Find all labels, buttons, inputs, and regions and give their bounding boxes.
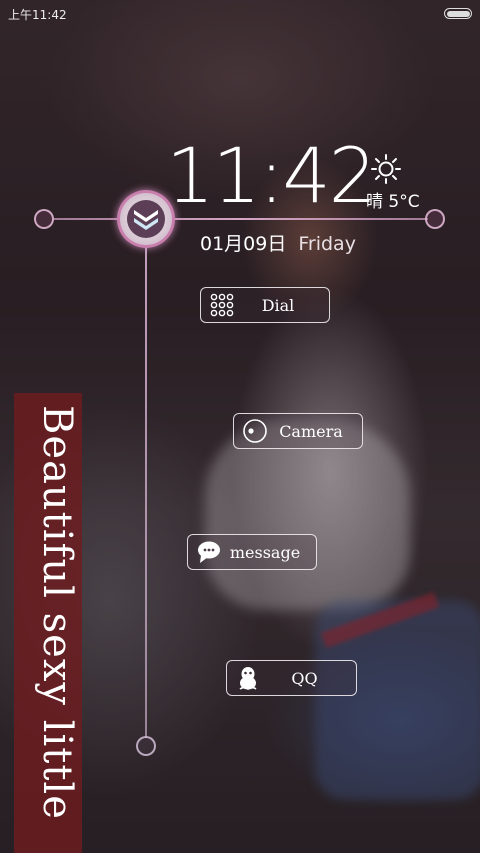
unlock-handle[interactable]	[117, 190, 175, 248]
penguin-icon	[239, 667, 257, 690]
dial-label: Dial	[261, 295, 295, 315]
weekday-label: Friday	[298, 233, 356, 255]
handle-core	[127, 200, 165, 238]
unlock-target-bottom[interactable]	[136, 736, 156, 756]
camera-shortcut-button[interactable]: Camera	[233, 413, 363, 449]
date-row: 01月09日 Friday	[200, 229, 356, 256]
unlock-track-horizontal	[54, 218, 428, 220]
unlock-target-right[interactable]	[425, 209, 445, 229]
banner-text: Beautiful sexy little	[34, 405, 80, 820]
battery-full-icon	[444, 8, 472, 19]
qq-label: QQ	[291, 668, 318, 688]
weather-label: 晴 5°C	[366, 192, 420, 212]
message-shortcut-button[interactable]: message	[187, 534, 317, 570]
unlock-target-left[interactable]	[34, 209, 54, 229]
sun-icon	[371, 154, 401, 184]
lockscreen-clock: 11:42	[166, 131, 377, 220]
dialpad-icon	[210, 293, 234, 317]
chat-bubble-icon	[198, 541, 220, 563]
double-chevron-down-icon	[134, 210, 158, 230]
dial-shortcut-button[interactable]: Dial	[200, 287, 330, 323]
camera-label: Camera	[279, 421, 343, 441]
message-label: message	[229, 542, 301, 562]
camera-icon	[243, 419, 267, 443]
vertical-banner: Beautiful sexy little	[14, 393, 82, 853]
status-time: 上午11:42	[8, 8, 67, 22]
date-label: 01月09日	[200, 233, 287, 255]
status-bar: 上午11:42	[0, 0, 480, 26]
qq-shortcut-button[interactable]: QQ	[226, 660, 357, 696]
unlock-track-vertical	[145, 248, 147, 738]
